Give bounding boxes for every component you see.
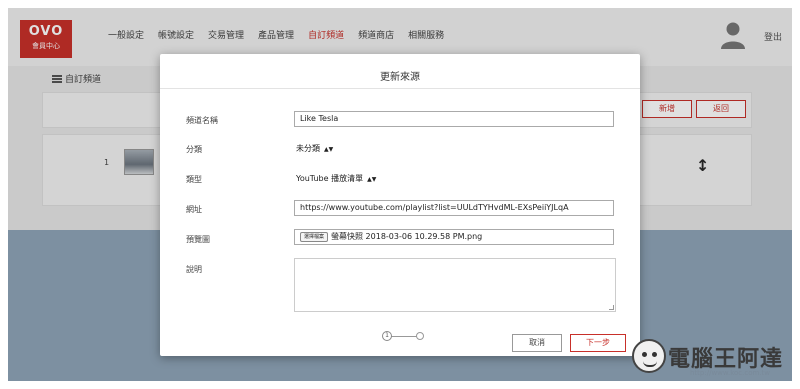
channel-name-label: 頻道名稱 xyxy=(186,116,218,125)
choose-file-button[interactable]: 選擇檔案 xyxy=(300,231,329,242)
category-select[interactable]: 未分類 ▲▼ xyxy=(294,142,336,156)
file-name: 螢幕快照 2018-03-06 10.29.58 PM.png xyxy=(331,232,483,241)
cancel-button[interactable]: 取消 xyxy=(512,334,562,352)
description-textarea[interactable] xyxy=(294,258,616,312)
modal-title: 更新來源 xyxy=(380,72,420,83)
category-label: 分類 xyxy=(186,145,202,154)
watermark-face-icon xyxy=(632,339,666,373)
preview-label: 預覽圖 xyxy=(186,235,210,244)
watermark: 電腦王阿達 http://www.koc.com.tw xyxy=(630,337,790,381)
select-caret-icon: ▲▼ xyxy=(324,146,334,153)
url-input[interactable]: https://www.youtube.com/playlist?list=UU… xyxy=(294,200,614,216)
preview-file-field: 選擇檔案 螢幕快照 2018-03-06 10.29.58 PM.png xyxy=(294,229,614,245)
select-caret-icon: ▲▼ xyxy=(367,176,377,183)
update-source-modal: 更新來源 頻道名稱 Like Tesla 分類 未分類 ▲▼ 類型 YouTube… xyxy=(160,54,640,356)
type-label: 類型 xyxy=(186,175,202,184)
step-1-dot: 1 xyxy=(382,331,392,341)
channel-name-input[interactable]: Like Tesla xyxy=(294,111,614,127)
resize-handle-icon[interactable] xyxy=(609,305,614,310)
category-select-value: 未分類 xyxy=(296,144,320,153)
watermark-url: http://www.koc.com.tw xyxy=(690,369,771,377)
type-select-value: YouTube 播放清單 xyxy=(296,174,364,183)
step-line xyxy=(391,336,417,337)
app-frame: OVO 會員中心 一般設定 帳號設定 交易管理 產品管理 自訂頻道 頻道商店 相… xyxy=(8,8,792,381)
url-label: 網址 xyxy=(186,205,202,214)
type-select[interactable]: YouTube 播放清單 ▲▼ xyxy=(294,172,379,186)
modal-divider xyxy=(160,88,640,89)
next-step-button[interactable]: 下一步 xyxy=(570,334,626,352)
step-2-dot xyxy=(416,332,424,340)
description-label: 說明 xyxy=(186,265,202,274)
step-indicator: 1 xyxy=(382,330,426,342)
